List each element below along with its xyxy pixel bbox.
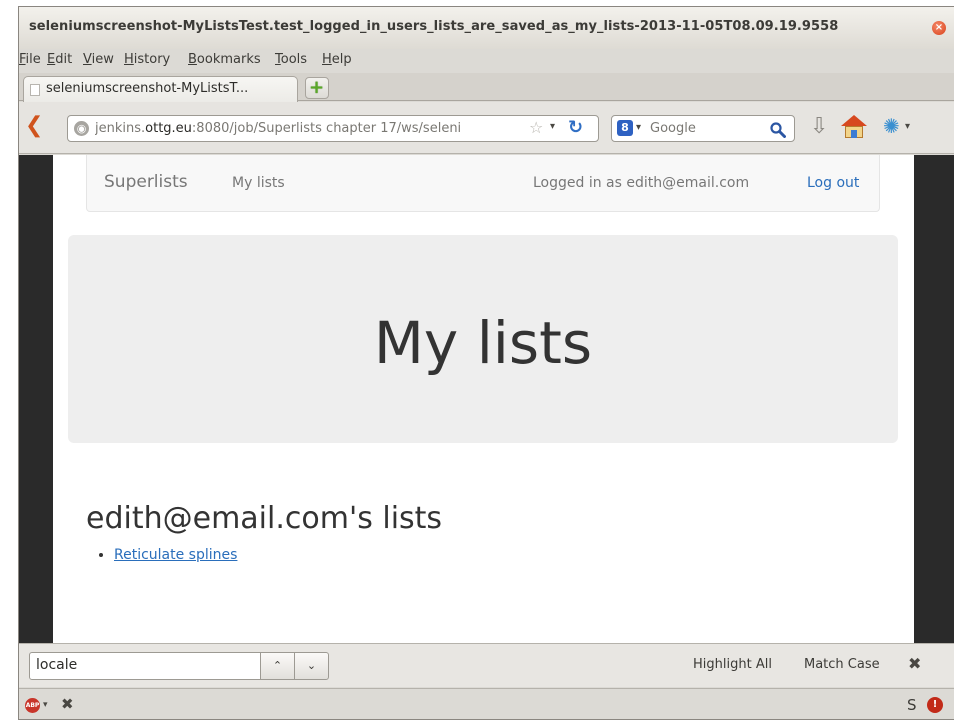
url-path: :8080/job/Superlists chapter 17/ws/selen…: [191, 121, 462, 136]
bookmark-star-icon[interactable]: ☆: [529, 118, 543, 137]
home-icon[interactable]: [841, 115, 867, 139]
navigation-toolbar: ❮ ◉ jenkins.ottg.eu:8080/job/Superlists …: [19, 102, 954, 154]
tab-label: seleniumscreenshot-MyListsT...: [46, 81, 249, 96]
match-case-toggle[interactable]: Match Case: [804, 657, 880, 672]
tab-active[interactable]: seleniumscreenshot-MyListsT...: [23, 76, 298, 102]
search-bar[interactable]: 8 ▾ Google: [611, 115, 795, 142]
google-engine-icon[interactable]: 8: [617, 120, 633, 136]
engine-dropdown-icon[interactable]: ▾: [636, 122, 641, 133]
menu-file[interactable]: File: [19, 52, 41, 67]
user-lists: Reticulate splines: [114, 547, 237, 563]
addon-dropdown-icon[interactable]: ▾: [905, 121, 910, 132]
page-title: My lists: [373, 309, 593, 377]
adblock-dropdown-icon[interactable]: ▾: [43, 700, 48, 710]
back-icon[interactable]: ❮: [25, 114, 43, 138]
adblock-icon[interactable]: ABP: [25, 698, 40, 713]
url-text[interactable]: jenkins.ottg.eu:8080/job/Superlists chap…: [95, 121, 515, 136]
find-bar: locale ⌃ ⌄ Highlight All Match Case ✖: [19, 643, 954, 687]
find-previous-button[interactable]: ⌃: [260, 652, 295, 680]
highlight-all-toggle[interactable]: Highlight All: [693, 657, 772, 672]
lists-heading: edith@email.com's lists: [86, 501, 443, 536]
page-icon: [30, 84, 40, 96]
menu-bar: File Edit View History Bookmarks Tools H…: [19, 49, 954, 73]
logged-in-text: Logged in as edith@email.com: [533, 175, 750, 191]
title-bar: seleniumscreenshot-MyListsTest.test_logg…: [19, 7, 954, 49]
find-input[interactable]: locale: [29, 652, 261, 680]
url-domain: ottg.eu: [145, 121, 192, 136]
url-history-dropdown-icon[interactable]: ▾: [550, 121, 555, 132]
home-door: [851, 130, 857, 138]
menu-edit[interactable]: Edit: [47, 52, 72, 67]
reload-icon[interactable]: ↻: [568, 117, 583, 138]
s-icon[interactable]: S: [907, 696, 917, 714]
search-icon[interactable]: [770, 117, 786, 143]
plus-icon: +: [309, 77, 325, 98]
firebug-icon[interactable]: !: [927, 697, 943, 713]
url-bar[interactable]: ◉ jenkins.ottg.eu:8080/job/Superlists ch…: [67, 115, 599, 142]
site-navbar: Superlists My lists Logged in as edith@e…: [86, 155, 880, 212]
menu-help[interactable]: Help: [322, 52, 352, 67]
home-roof: [841, 115, 867, 126]
menu-bookmarks[interactable]: Bookmarks: [188, 52, 261, 67]
download-icon[interactable]: ⇩: [810, 115, 828, 139]
window-title: seleniumscreenshot-MyListsTest.test_logg…: [29, 19, 839, 34]
jumbotron: My lists: [68, 235, 898, 443]
nav-my-lists-link[interactable]: My lists: [232, 175, 285, 191]
addon-icon[interactable]: ✺: [883, 114, 900, 138]
menu-history[interactable]: History: [124, 52, 170, 67]
url-prefix: jenkins.: [95, 121, 146, 136]
find-next-button[interactable]: ⌄: [294, 652, 329, 680]
list-item: Reticulate splines: [114, 547, 237, 563]
menu-tools[interactable]: Tools: [275, 52, 307, 67]
status-bar: ABP ▾ ✖ S !: [19, 688, 954, 719]
page-viewport: Superlists My lists Logged in as edith@e…: [19, 155, 954, 643]
new-tab-button[interactable]: +: [305, 77, 329, 99]
globe-icon[interactable]: ◉: [74, 121, 89, 136]
brand-link[interactable]: Superlists: [104, 172, 188, 192]
browser-window: seleniumscreenshot-MyListsTest.test_logg…: [18, 6, 954, 720]
logout-link[interactable]: Log out: [807, 175, 859, 191]
list-link[interactable]: Reticulate splines: [114, 547, 237, 563]
tab-bar: seleniumscreenshot-MyListsT... +: [19, 73, 954, 102]
close-icon[interactable]: ✖: [908, 654, 921, 673]
menu-view[interactable]: View: [83, 52, 114, 67]
window-close-button[interactable]: ×: [932, 21, 946, 35]
close-icon[interactable]: ✖: [61, 695, 74, 713]
web-page: Superlists My lists Logged in as edith@e…: [53, 155, 914, 643]
search-input[interactable]: Google: [650, 121, 696, 136]
